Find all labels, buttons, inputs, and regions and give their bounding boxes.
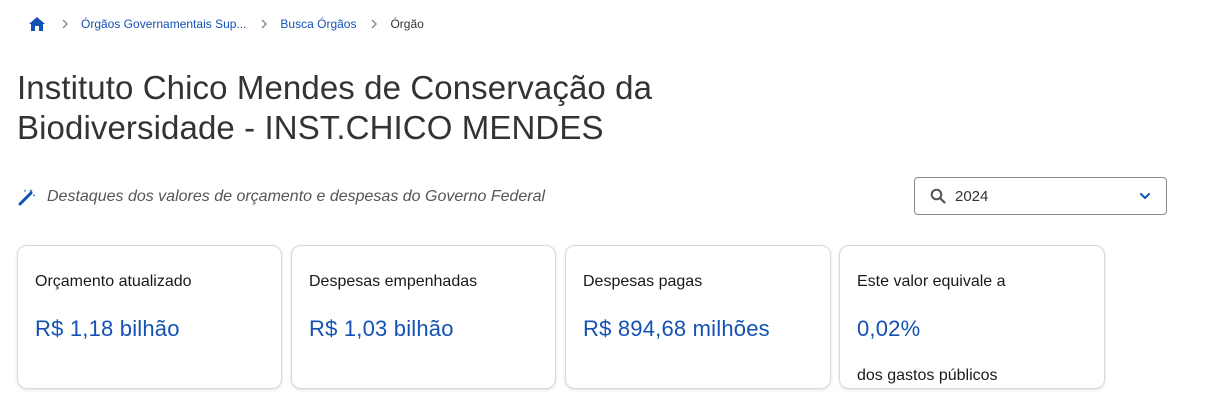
card-label: Despesas empenhadas: [309, 273, 478, 290]
card-label: Este valor equivale a: [857, 273, 1006, 290]
chevron-right-icon: [258, 18, 270, 30]
magic-wand-icon: [17, 187, 37, 207]
card-label: Despesas pagas: [583, 273, 703, 290]
card-value: R$ 894,68 milhões: [583, 316, 770, 341]
subtitle-row: Destaques dos valores de orçamento e des…: [17, 186, 545, 208]
card-despesas-empenhadas: Despesas empenhadas R$ 1,03 bilhão: [291, 245, 556, 389]
breadcrumb-item-orgaos[interactable]: Órgãos Governamentais Sup...: [81, 17, 246, 31]
breadcrumb-item-busca[interactable]: Busca Órgãos: [280, 17, 356, 31]
card-note: dos gastos públicos: [857, 367, 998, 384]
card-value: R$ 1,18 bilhão: [35, 316, 180, 341]
year-select[interactable]: 2024: [914, 177, 1167, 215]
home-icon[interactable]: [27, 14, 47, 34]
year-select-value: 2024: [955, 187, 989, 205]
card-percentual-gastos: Este valor equivale a 0,02% dos gastos p…: [839, 245, 1105, 389]
chevron-right-icon: [59, 18, 71, 30]
card-value: R$ 1,03 bilhão: [309, 316, 454, 341]
card-orcamento-atualizado: Orçamento atualizado R$ 1,18 bilhão: [17, 245, 282, 389]
subtitle-text: Destaques dos valores de orçamento e des…: [47, 188, 546, 205]
chevron-right-icon: [368, 18, 380, 30]
search-icon: [929, 187, 947, 205]
breadcrumb: Órgãos Governamentais Sup... Busca Órgão…: [27, 13, 424, 35]
card-label: Orçamento atualizado: [35, 273, 192, 290]
breadcrumb-item-current: Órgão: [390, 17, 424, 31]
card-value: 0,02%: [857, 316, 921, 341]
card-despesas-pagas: Despesas pagas R$ 894,68 milhões: [565, 245, 831, 389]
page-title: Instituto Chico Mendes de Conservação da…: [17, 69, 653, 146]
chevron-down-icon[interactable]: [1138, 189, 1152, 203]
